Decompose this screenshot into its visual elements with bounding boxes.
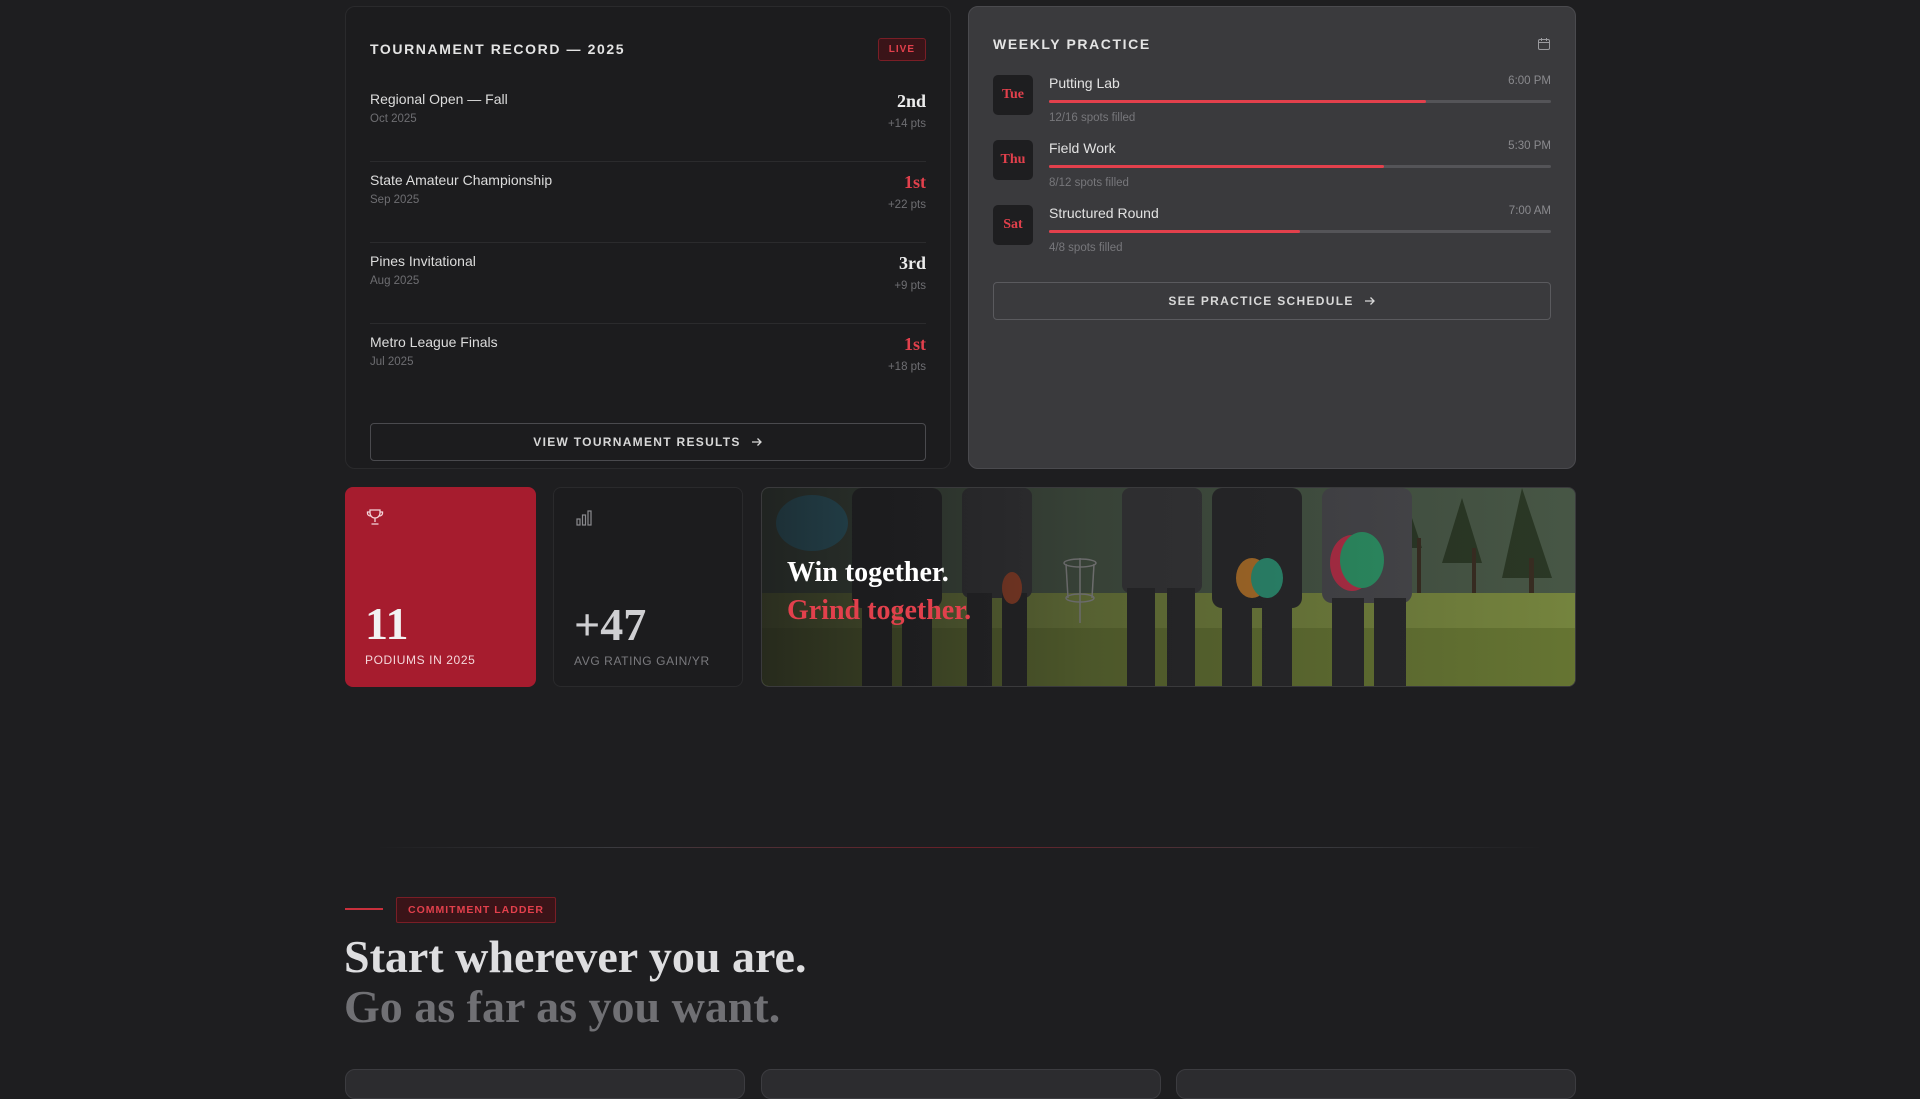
- team-photo-banner: Win together. Grind together.: [761, 487, 1576, 687]
- tournament-points: +18 pts: [887, 361, 926, 373]
- tournament-date: Aug 2025: [370, 275, 420, 287]
- tournament-card-title: TOURNAMENT RECORD — 2025: [370, 41, 626, 57]
- tournament-place: 3rd: [899, 253, 926, 273]
- podiums-stat-tile: 11 PODIUMS IN 2025: [345, 487, 536, 687]
- practice-time: 6:00 PM: [1508, 75, 1551, 87]
- rating-label: AVG RATING GAIN/YR: [574, 654, 710, 668]
- view-tournament-results-button[interactable]: VIEW TOURNAMENT RESULTS: [370, 423, 926, 461]
- tournament-place: 1st: [904, 172, 926, 192]
- practice-spots: 12/16 spots filled: [1049, 112, 1136, 124]
- practice-card-header: WEEKLY PRACTICE: [993, 7, 1551, 75]
- practice-day: Thu: [993, 140, 1033, 180]
- rating-value: +47: [574, 599, 647, 650]
- section-headline: Start wherever you are.: [344, 931, 807, 982]
- practice-progress-fill: [1049, 165, 1384, 168]
- tournament-points: +9 pts: [894, 280, 926, 292]
- tournament-date: Jul 2025: [370, 356, 414, 368]
- ladder-card[interactable]: [1176, 1069, 1576, 1099]
- practice-time: 7:00 AM: [1508, 205, 1551, 217]
- tournament-points: +22 pts: [887, 199, 926, 211]
- banner-line-1: Win together.: [787, 557, 949, 588]
- tournament-row[interactable]: Metro League Finals Jul 2025 1st +18 pts: [370, 324, 926, 405]
- tournament-row[interactable]: Regional Open — Fall Oct 2025 2nd +14 pt…: [370, 81, 926, 162]
- practice-name: Field Work: [1049, 140, 1116, 156]
- tournament-place: 2nd: [896, 91, 926, 111]
- weekly-practice-card: WEEKLY PRACTICE Tue Putting Lab 6:00 PM …: [968, 6, 1576, 469]
- bar-chart-icon: [576, 510, 592, 526]
- rating-stat-tile: +47 AVG RATING GAIN/YR: [553, 487, 743, 687]
- tournament-name: State Amateur Championship: [370, 172, 553, 188]
- practice-name: Structured Round: [1049, 205, 1159, 221]
- section-subheadline: Go as far as you want.: [344, 981, 781, 1032]
- tournament-card-header: TOURNAMENT RECORD — 2025 LIVE: [370, 7, 926, 81]
- view-tournament-results-label: VIEW TOURNAMENT RESULTS: [533, 435, 741, 449]
- podiums-value: 11: [365, 598, 409, 649]
- tournament-row[interactable]: State Amateur Championship Sep 2025 1st …: [370, 162, 926, 243]
- commitment-ladder-tag: COMMITMENT LADDER: [396, 897, 556, 923]
- section-divider: [375, 847, 1545, 848]
- ladder-card[interactable]: [345, 1069, 745, 1099]
- practice-progress-fill: [1049, 100, 1426, 103]
- practice-progress-track: [1049, 100, 1551, 103]
- practice-session[interactable]: Tue Putting Lab 6:00 PM 12/16 spots fill…: [993, 75, 1551, 140]
- practice-session[interactable]: Thu Field Work 5:30 PM 8/12 spots filled: [993, 140, 1551, 205]
- arrow-right-icon: [751, 438, 762, 446]
- tournament-date: Sep 2025: [370, 194, 420, 206]
- tournament-name: Pines Invitational: [370, 253, 476, 269]
- practice-spots: 8/12 spots filled: [1049, 177, 1129, 189]
- banner-text: Win together. Grind together.: [787, 554, 971, 630]
- tournament-date: Oct 2025: [370, 113, 417, 125]
- tournament-points: +14 pts: [887, 118, 926, 130]
- practice-progress-track: [1049, 230, 1551, 233]
- practice-day: Sat: [993, 205, 1033, 245]
- tournament-name: Metro League Finals: [370, 334, 498, 350]
- practice-card-title: WEEKLY PRACTICE: [993, 36, 1151, 52]
- calendar-icon: [1538, 38, 1550, 50]
- trophy-icon: [366, 509, 384, 525]
- practice-day: Tue: [993, 75, 1033, 115]
- ladder-card[interactable]: [761, 1069, 1161, 1099]
- tournament-place: 1st: [904, 334, 926, 354]
- practice-session[interactable]: Sat Structured Round 7:00 AM 4/8 spots f…: [993, 205, 1551, 270]
- tournament-record-card: TOURNAMENT RECORD — 2025 LIVE Regional O…: [345, 6, 951, 469]
- see-practice-schedule-button[interactable]: SEE PRACTICE SCHEDULE: [993, 282, 1551, 320]
- tournament-name: Regional Open — Fall: [370, 91, 508, 107]
- practice-time: 5:30 PM: [1508, 140, 1551, 152]
- arrow-right-icon: [1364, 297, 1375, 305]
- see-practice-schedule-label: SEE PRACTICE SCHEDULE: [1168, 294, 1354, 308]
- practice-progress-fill: [1049, 230, 1300, 233]
- practice-spots: 4/8 spots filled: [1049, 242, 1123, 254]
- live-badge: LIVE: [877, 37, 926, 61]
- tournament-row[interactable]: Pines Invitational Aug 2025 3rd +9 pts: [370, 243, 926, 324]
- podiums-label: PODIUMS IN 2025: [365, 653, 476, 667]
- practice-progress-track: [1049, 165, 1551, 168]
- banner-line-2: Grind together.: [787, 595, 972, 626]
- section-tag-line: [345, 908, 383, 910]
- practice-name: Putting Lab: [1049, 75, 1120, 91]
